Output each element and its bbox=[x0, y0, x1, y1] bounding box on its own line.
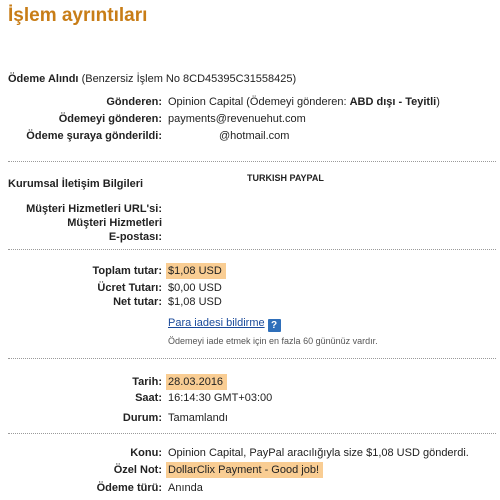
transaction-id: (Benzersiz İşlem No 8CD45395C31558425) bbox=[81, 73, 297, 85]
payment-type-label: Ödeme türü: bbox=[96, 482, 162, 494]
time-value: 16:14:30 GMT+03:00 bbox=[168, 392, 273, 404]
cs-email-label: Müşteri Hizmetleri bbox=[67, 217, 162, 229]
refund-note: Ödemeyi iade etmek için en fazla 60 günü… bbox=[168, 336, 378, 346]
payment-received-label: Ödeme Alındı bbox=[8, 73, 79, 85]
sender-label: Gönderen: bbox=[106, 96, 162, 108]
total-amount-highlight: $1,08 USD bbox=[166, 263, 226, 279]
corporate-contact-heading: Kurumsal İletişim Bilgileri bbox=[8, 178, 144, 190]
private-note-value: DollarClix Payment - Good job! bbox=[166, 462, 324, 478]
sender-value: Opinion Capital (Ödemeyi gönderen: ABD d… bbox=[168, 95, 440, 109]
sent-to-email: @hotmail.com bbox=[219, 130, 290, 142]
sent-to-label: Ödeme şuraya gönderildi: bbox=[26, 130, 162, 142]
subject-label: Konu: bbox=[130, 447, 162, 459]
status-label: Durum: bbox=[122, 412, 162, 424]
subject-value: Opinion Capital, PayPal aracılığıyla siz… bbox=[168, 447, 469, 459]
divider bbox=[8, 161, 496, 162]
payment-received-row: Ödeme Alındı (Benzersiz İşlem No 8CD4539… bbox=[8, 72, 296, 86]
sender-name: Opinion Capital (Ödemeyi gönderen: bbox=[168, 96, 350, 108]
total-amount-label: Toplam tutar: bbox=[92, 265, 162, 277]
private-note-label: Özel Not: bbox=[113, 464, 162, 476]
sender-suffix: ) bbox=[436, 96, 440, 108]
status-value: Tamamlandı bbox=[168, 412, 228, 424]
page-title: İşlem ayrıntıları bbox=[8, 5, 148, 26]
sent-by-label: Ödemeyi gönderen: bbox=[58, 113, 162, 125]
date-highlight: 28.03.2016 bbox=[166, 374, 228, 390]
divider bbox=[8, 358, 496, 359]
fee-amount-value: $0,00 USD bbox=[168, 282, 222, 294]
help-icon[interactable]: ? bbox=[267, 319, 281, 332]
fee-amount-label: Ücret Tutarı: bbox=[97, 282, 162, 294]
net-amount-value: $1,08 USD bbox=[168, 296, 222, 308]
sender-verification: ABD dışı - Teyitli bbox=[349, 96, 437, 108]
divider bbox=[8, 249, 496, 250]
refund-row: Para iadesi bildirme? bbox=[168, 316, 281, 332]
date-value: 28.03.2016 bbox=[166, 374, 228, 390]
cs-url-label: Müşteri Hizmetleri URL'si: bbox=[26, 203, 162, 215]
time-label: Saat: bbox=[135, 392, 162, 404]
payment-type-value: Anında bbox=[168, 482, 203, 494]
refund-link[interactable]: Para iadesi bildirme bbox=[168, 317, 265, 329]
cs-email-label-line2: E-postası: bbox=[108, 231, 162, 243]
total-amount-value: $1,08 USD bbox=[166, 263, 226, 279]
divider bbox=[8, 433, 496, 434]
private-note-highlight: DollarClix Payment - Good job! bbox=[166, 462, 324, 478]
date-label: Tarih: bbox=[132, 376, 162, 388]
company-name: TURKISH PAYPAL bbox=[247, 173, 324, 183]
sent-by-email: payments@revenuehut.com bbox=[168, 113, 306, 125]
net-amount-label: Net tutar: bbox=[113, 296, 162, 308]
